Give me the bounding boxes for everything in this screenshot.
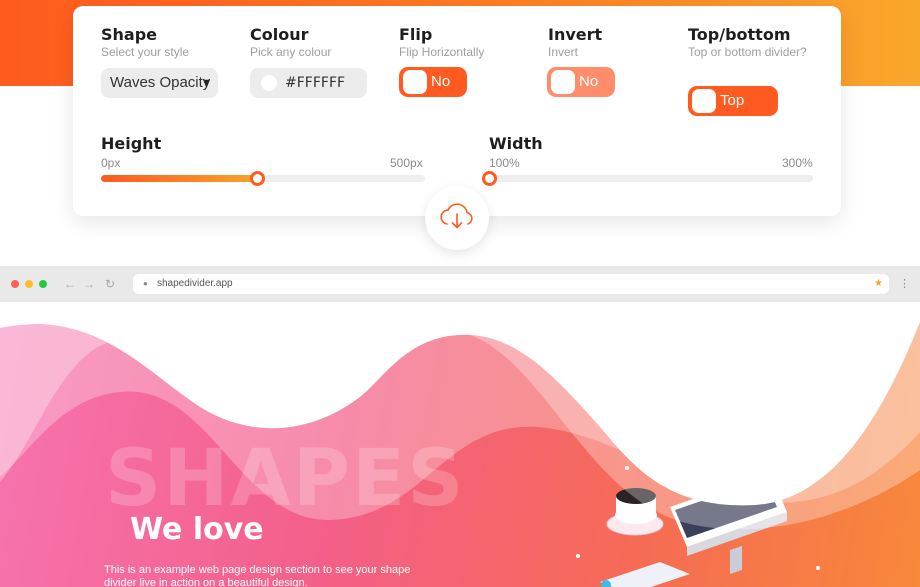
chevron-down-icon: ▼ — [201, 77, 212, 89]
invert-toggle-label: No — [579, 73, 599, 90]
width-min: 100% — [489, 156, 520, 170]
height-slider-thumb[interactable] — [249, 171, 265, 186]
flip-control: Flip Flip Horizontally — [399, 26, 484, 61]
width-slider[interactable] — [482, 171, 813, 186]
position-control: Top/bottom Top or bottom divider? — [688, 26, 808, 61]
colour-title: Colour — [250, 25, 309, 44]
reload-icon[interactable]: ↻ — [105, 277, 115, 291]
position-toggle[interactable]: Top — [688, 86, 778, 116]
shape-select[interactable]: Waves Opacity ▼ — [101, 68, 218, 98]
hero-section: SHAPES We love This is an example web pa… — [0, 302, 920, 587]
invert-subtitle: Invert — [548, 45, 579, 59]
height-max: 500px — [390, 156, 423, 170]
flip-toggle[interactable]: No — [399, 67, 467, 97]
height-min: 0px — [101, 156, 121, 170]
browser-preview: ← → ↻ ● shapedivider.app ★ ⋮ SHAPES We l… — [0, 266, 920, 587]
colour-control: Colour Pick any colour — [250, 26, 331, 61]
shape-title: Shape — [101, 25, 158, 44]
width-max: 300% — [782, 156, 813, 170]
flip-toggle-knob — [403, 70, 427, 94]
position-toggle-label: Top — [720, 92, 745, 109]
invert-toggle-knob — [551, 70, 575, 94]
flip-subtitle: Flip Horizontally — [399, 45, 485, 59]
invert-control: Invert Invert — [548, 26, 602, 61]
cloud-download-icon — [440, 203, 473, 229]
colour-input[interactable]: #FFFFFF — [250, 68, 367, 98]
shape-select-value: Waves Opacity — [110, 74, 211, 91]
lock-icon: ● — [143, 279, 148, 288]
height-slider[interactable] — [101, 171, 425, 186]
arrow-left-icon[interactable]: ← — [64, 277, 76, 291]
colour-subtitle: Pick any colour — [250, 45, 332, 59]
close-window-dot[interactable] — [11, 280, 19, 288]
height-slider-fill — [101, 175, 257, 182]
invert-toggle[interactable]: No — [547, 67, 615, 97]
address-bar-url: shapedivider.app — [157, 278, 233, 289]
colour-value: #FFFFFF — [285, 75, 346, 91]
width-slider-thumb[interactable] — [482, 171, 497, 186]
shape-subtitle: Select your style — [101, 45, 190, 59]
download-button[interactable] — [425, 186, 489, 250]
wave-divider — [0, 302, 920, 530]
invert-title: Invert — [548, 25, 603, 44]
flip-title: Flip — [399, 25, 433, 44]
position-subtitle: Top or bottom divider? — [688, 45, 807, 59]
position-toggle-knob — [692, 89, 716, 113]
address-bar[interactable]: ● shapedivider.app ★ — [133, 274, 889, 294]
browser-toolbar: ← → ↻ ● shapedivider.app ★ ⋮ — [0, 266, 920, 302]
position-title: Top/bottom — [688, 25, 791, 44]
minimize-window-dot[interactable] — [25, 280, 33, 288]
arrow-right-icon[interactable]: → — [83, 277, 95, 291]
colour-swatch[interactable] — [261, 75, 277, 91]
more-vertical-icon[interactable]: ⋮ — [899, 277, 910, 290]
settings-panel: Shape Select your style Waves Opacity ▼ … — [73, 6, 841, 216]
star-icon[interactable]: ★ — [874, 274, 883, 294]
width-title: Width — [489, 134, 543, 153]
flip-toggle-label: No — [431, 73, 451, 90]
shape-control: Shape Select your style — [101, 26, 189, 61]
height-title: Height — [101, 134, 162, 153]
maximize-window-dot[interactable] — [39, 280, 47, 288]
